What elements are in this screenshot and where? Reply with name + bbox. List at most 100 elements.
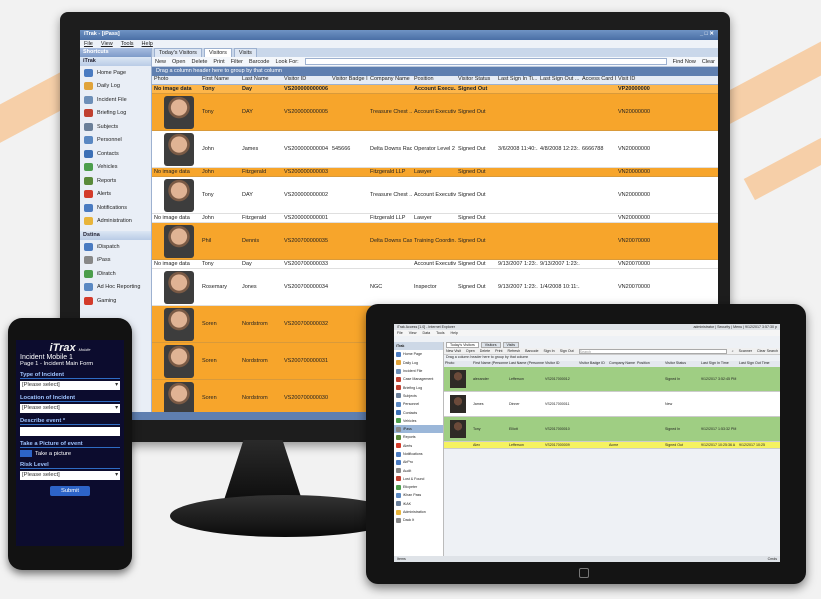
- tablet-sidebar-item[interactable]: Audit: [394, 466, 443, 474]
- sidebar-item[interactable]: iDispatch: [80, 240, 151, 254]
- security-link[interactable]: Security: [717, 325, 730, 329]
- table-row[interactable]: No image data Tony Day VS200700000033 Accoun…: [152, 260, 718, 269]
- sidebar-item[interactable]: Subjects: [80, 120, 151, 134]
- sidebar-item[interactable]: Daily Log: [80, 80, 151, 94]
- window-controls[interactable]: _ □ ✕: [700, 31, 714, 39]
- tablet-table-row[interactable]: James Dinner VS2017000011 New: [444, 392, 780, 417]
- sign-in-button[interactable]: Sign In: [543, 349, 554, 353]
- filter-button[interactable]: Filter: [231, 59, 243, 65]
- open-button[interactable]: Open: [172, 59, 185, 65]
- sidebar-item[interactable]: Ad Hoc Reporting: [80, 281, 151, 295]
- tab-visitors[interactable]: Visitors: [203, 48, 232, 57]
- delete-button[interactable]: Delete: [191, 59, 207, 65]
- tablet-sidebar-item[interactable]: Dack It: [394, 516, 443, 524]
- table-row[interactable]: Tony DAY VS200000000005 Treasure Chest ... A…: [152, 94, 718, 131]
- submit-button[interactable]: Submit: [50, 486, 90, 496]
- tablet-menu-tools[interactable]: Tools: [436, 331, 444, 335]
- column-header[interactable]: First Name: [200, 76, 240, 84]
- tablet-sidebar-item[interactable]: Lost & Found: [394, 475, 443, 483]
- sidebar-item[interactable]: Personnel: [80, 134, 151, 148]
- tablet-search-input[interactable]: Search: [578, 348, 727, 354]
- sidebar-item[interactable]: iDiratch: [80, 267, 151, 281]
- tablet-menu-help[interactable]: Help: [451, 331, 458, 335]
- tablet-sidebar-item[interactable]: iKAK: [394, 500, 443, 508]
- menu-link[interactable]: Menu: [733, 325, 742, 329]
- sidebar-item[interactable]: Reports: [80, 174, 151, 188]
- column-header[interactable]: Last Sign In Ti...: [496, 76, 538, 84]
- sign-out-button[interactable]: Sign Out: [560, 349, 574, 353]
- sidebar-item[interactable]: Contacts: [80, 147, 151, 161]
- table-row[interactable]: No image data John Fitzgerald VS20000000000…: [152, 168, 718, 177]
- tablet-sidebar-item[interactable]: Home Page: [394, 350, 443, 358]
- column-header[interactable]: Visitor Badge ID: [330, 76, 368, 84]
- column-header[interactable]: Visitor ID: [282, 76, 330, 84]
- sidebar-section-dstina[interactable]: Dstina: [80, 231, 151, 240]
- tab-visits[interactable]: Visits: [233, 48, 257, 57]
- tablet-sidebar-item[interactable]: Reports: [394, 433, 443, 441]
- column-header[interactable]: Photo: [152, 76, 200, 84]
- find-now-button[interactable]: Find Now: [673, 59, 696, 65]
- tablet-menu-data[interactable]: Data: [423, 331, 431, 335]
- tablet-sidebar-item[interactable]: Personnel: [394, 400, 443, 408]
- clear-button[interactable]: Clear: [702, 59, 715, 65]
- sidebar-item[interactable]: Notifications: [80, 201, 151, 215]
- tablet-sidebar-item[interactable]: Eticpeter: [394, 483, 443, 491]
- column-header[interactable]: Visitor Status: [456, 76, 496, 84]
- column-header[interactable]: Position: [412, 76, 456, 84]
- column-header[interactable]: Visit ID: [616, 76, 654, 84]
- new-visit-button[interactable]: New Visit: [446, 349, 461, 353]
- tablet-sidebar-item[interactable]: Alerts: [394, 442, 443, 450]
- table-row[interactable]: No image data John Fitzgerald VS20000000000…: [152, 214, 718, 223]
- column-header[interactable]: Last Name: [240, 76, 282, 84]
- open-button[interactable]: Open: [466, 349, 475, 353]
- tablet-sidebar-item[interactable]: Vehicles: [394, 417, 443, 425]
- type-of-incident-select[interactable]: [Please select] ▾: [20, 381, 120, 390]
- tablet-sidebar-item[interactable]: Notifications: [394, 450, 443, 458]
- search-icon[interactable]: ⌕: [732, 349, 734, 353]
- tablet-sidebar-item[interactable]: AirPro: [394, 458, 443, 466]
- tablet-menu-file[interactable]: File: [397, 331, 403, 335]
- sidebar-section-itrak[interactable]: iTrak: [80, 57, 151, 66]
- scanner-button[interactable]: Scanner: [739, 349, 752, 353]
- tablet-sidebar-item[interactable]: Briefing Log: [394, 383, 443, 391]
- refresh-button[interactable]: Refresh: [508, 349, 521, 353]
- print-button[interactable]: Print: [495, 349, 502, 353]
- barcode-button[interactable]: Barcode: [249, 59, 270, 65]
- tablet-sidebar-item[interactable]: Incident File: [394, 367, 443, 375]
- tablet-table-row[interactable]: Alex Lefferson VS2017000009 Acme Signed Out 9…: [444, 442, 780, 449]
- describe-event-input[interactable]: [20, 427, 120, 436]
- tablet-sidebar-item[interactable]: Subjects: [394, 392, 443, 400]
- column-header[interactable]: Company Name: [368, 76, 412, 84]
- lookup-input[interactable]: [304, 58, 667, 65]
- column-header[interactable]: Last Sign Out ...: [538, 76, 580, 84]
- table-row[interactable]: No image data Tony Day VS200000000006 Accoun…: [152, 85, 718, 94]
- table-row[interactable]: Rosemary Jones VS200700000034 NGC Inspector S…: [152, 269, 718, 306]
- sidebar-item[interactable]: Alerts: [80, 188, 151, 202]
- sidebar-item[interactable]: Administration: [80, 215, 151, 229]
- tablet-table-row[interactable]: alexander Lefferson VS2017000012 Signed In 9…: [444, 367, 780, 392]
- table-row[interactable]: Phil Dennis VS200700000035 Delta Downs Cas.…: [152, 223, 718, 260]
- new-button[interactable]: New: [155, 59, 166, 65]
- menu-view[interactable]: View: [101, 41, 113, 47]
- user-link[interactable]: administrator: [693, 325, 714, 329]
- tablet-sidebar-item[interactable]: iKhan Pass: [394, 491, 443, 499]
- sidebar-item[interactable]: Vehicles: [80, 161, 151, 175]
- menu-file[interactable]: File: [84, 41, 93, 47]
- sidebar-item[interactable]: Briefing Log: [80, 107, 151, 121]
- take-picture-button[interactable]: Take a picture: [20, 450, 120, 457]
- sidebar-item[interactable]: Home Page: [80, 66, 151, 80]
- risk-level-select[interactable]: [Please select] ▾: [20, 471, 120, 480]
- location-of-incident-select[interactable]: [Please select] ▾: [20, 404, 120, 413]
- column-header[interactable]: Access Card I...: [580, 76, 616, 84]
- tablet-sidebar-item[interactable]: Administration: [394, 508, 443, 516]
- tablet-sidebar-item[interactable]: Case Management: [394, 375, 443, 383]
- barcode-button[interactable]: Barcode: [525, 349, 538, 353]
- tablet-sidebar-item[interactable]: iPass: [394, 424, 443, 434]
- tablet-sidebar-item[interactable]: Daily Log: [394, 359, 443, 367]
- tablet-table-row[interactable]: Tony Elliott VS2017000010 Signed In 9/12/201…: [444, 417, 780, 442]
- sidebar-item[interactable]: iPass: [80, 254, 151, 268]
- table-row[interactable]: John James VS200000000004 545666 Delta Downs…: [152, 131, 718, 168]
- table-row[interactable]: Tony DAY VS200000000002 Treasure Chest ... A…: [152, 177, 718, 214]
- sidebar-item[interactable]: Gaming: [80, 294, 151, 308]
- windows-home-button[interactable]: [579, 568, 589, 578]
